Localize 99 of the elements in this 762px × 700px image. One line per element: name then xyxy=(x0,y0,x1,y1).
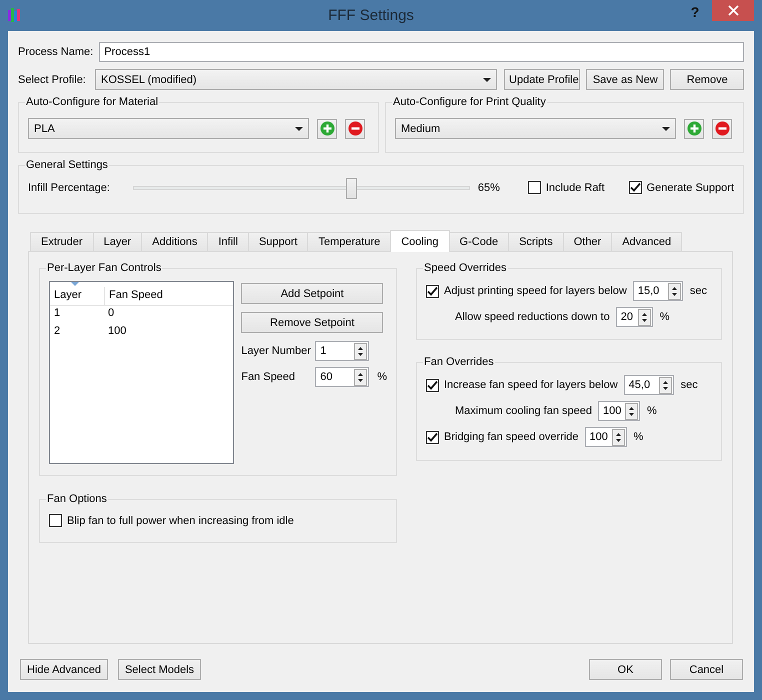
footer-button[interactable]: Select Models xyxy=(118,659,201,680)
field-label: Allow speed reductions down to xyxy=(455,311,610,323)
dropdown[interactable]: Medium xyxy=(395,118,676,139)
close-icon xyxy=(728,5,738,16)
add-button[interactable] xyxy=(684,118,704,138)
checkbox[interactable] xyxy=(426,284,439,298)
tab[interactable]: Cooling xyxy=(390,230,450,252)
spin-arrows-icon xyxy=(624,402,638,420)
unit-label: % xyxy=(377,371,387,383)
setpoint-button[interactable]: Remove Setpoint xyxy=(241,312,384,333)
checkbox[interactable] xyxy=(426,430,439,444)
table-cell-text: 2 xyxy=(53,324,62,339)
plus-icon xyxy=(320,121,334,136)
tab[interactable]: Additions xyxy=(141,232,208,251)
slider-value: 65% xyxy=(478,182,501,194)
footer-button[interactable]: Cancel xyxy=(670,659,743,680)
checkbox-label: Increase fan speed for layers below xyxy=(444,379,618,391)
window-title: FFF Settings xyxy=(327,7,415,24)
caret-icon xyxy=(662,126,670,130)
spin-box[interactable]: 15,0 xyxy=(632,281,683,301)
checkbox-label: Bridging fan speed override xyxy=(444,431,579,443)
profile-button[interactable]: Update Profile xyxy=(504,69,580,90)
sort-indicator-icon xyxy=(71,282,79,286)
table-cell-text: 100 xyxy=(107,324,128,339)
footer-button[interactable]: Hide Advanced xyxy=(20,659,108,680)
setpoint-button[interactable]: Add Setpoint xyxy=(241,283,384,304)
unit-label: % xyxy=(634,431,644,443)
spin-arrows-icon xyxy=(668,282,681,300)
checkbox[interactable] xyxy=(49,514,62,527)
tab[interactable]: Other xyxy=(562,232,612,251)
input-field[interactable]: Process1 xyxy=(99,42,744,62)
field-label: Fan Speed xyxy=(241,371,296,383)
tab[interactable]: Scripts xyxy=(508,232,564,251)
remove-button[interactable] xyxy=(712,118,732,138)
checkmark-icon xyxy=(427,286,438,296)
checkbox-label: Blip fan to full power when increasing from idle xyxy=(67,514,294,526)
spin-arrows-icon xyxy=(354,368,368,386)
tab[interactable]: Layer xyxy=(92,232,142,251)
slider-thumb[interactable] xyxy=(346,178,357,198)
checkbox[interactable] xyxy=(426,378,439,392)
table-cell-text: 1 xyxy=(53,306,62,321)
profile-button[interactable]: Remove xyxy=(670,69,744,90)
checkmark-icon xyxy=(427,380,438,390)
profile-button[interactable]: Save as New xyxy=(586,69,664,90)
column-header: Layer xyxy=(53,288,83,303)
checkbox[interactable] xyxy=(528,181,541,194)
tab[interactable]: Extruder xyxy=(30,232,94,251)
field-label: Infill Percentage: xyxy=(28,182,111,194)
group-title: General Settings xyxy=(26,159,108,171)
remove-button[interactable] xyxy=(345,118,365,138)
plus-icon xyxy=(686,121,702,136)
checkbox[interactable] xyxy=(628,181,642,194)
spin-box[interactable]: 1 xyxy=(315,341,370,361)
unit-label: % xyxy=(646,405,657,417)
checkbox-label: Adjust printing speed for layers below xyxy=(444,285,627,297)
spin-box[interactable]: 20 xyxy=(616,307,653,327)
checkbox-label: Include Raft xyxy=(546,182,605,194)
tab[interactable]: Support xyxy=(248,232,308,251)
table-cell-text: 0 xyxy=(107,306,116,321)
caret-icon xyxy=(483,78,492,82)
app-icon xyxy=(8,8,20,22)
caret-icon xyxy=(295,126,303,130)
spin-arrows-icon xyxy=(612,428,625,446)
dropdown[interactable]: KOSSEL (modified) xyxy=(95,69,498,90)
spin-box[interactable]: 45,0 xyxy=(624,375,674,395)
dropdown[interactable]: PLA xyxy=(28,118,309,139)
group-title: Fan Overrides xyxy=(424,356,494,368)
group-title: Auto-Configure for Material xyxy=(26,96,158,108)
help-button[interactable]: ? xyxy=(682,4,708,20)
spin-arrows-icon xyxy=(638,308,651,326)
group-title: Fan Options xyxy=(47,493,107,505)
unit-label: sec xyxy=(680,379,698,391)
tab[interactable]: Infill xyxy=(207,232,249,251)
unit-label: % xyxy=(660,311,670,323)
tab[interactable]: Advanced xyxy=(611,232,682,251)
add-button[interactable] xyxy=(317,118,337,138)
field-label: Maximum cooling fan speed xyxy=(455,405,592,417)
spin-arrows-icon xyxy=(354,342,368,360)
close-button[interactable] xyxy=(712,0,754,21)
spin-box[interactable]: 100 xyxy=(584,427,627,447)
checkbox-label: Generate Support xyxy=(646,182,734,194)
group-title: Per-Layer Fan Controls xyxy=(47,262,162,274)
group-title: Auto-Configure for Print Quality xyxy=(393,96,546,108)
footer-button[interactable]: OK xyxy=(589,659,662,680)
group-title: Speed Overrides xyxy=(424,262,507,274)
minus-icon xyxy=(348,121,362,136)
field-label: Select Profile: xyxy=(18,74,87,86)
spin-box[interactable]: 100 xyxy=(598,401,640,421)
unit-label: sec xyxy=(690,285,707,297)
tab[interactable]: G-Code xyxy=(448,232,510,251)
spin-box[interactable]: 60 xyxy=(315,367,370,387)
checkmark-icon xyxy=(427,432,438,442)
tab[interactable]: Temperature xyxy=(307,232,392,251)
field-label: Layer Number xyxy=(241,345,312,357)
field-label: Process Name: xyxy=(18,46,94,58)
checkmark-icon xyxy=(630,182,641,193)
column-header: Fan Speed xyxy=(104,287,234,305)
spin-arrows-icon xyxy=(658,376,672,394)
minus-icon xyxy=(714,121,730,136)
